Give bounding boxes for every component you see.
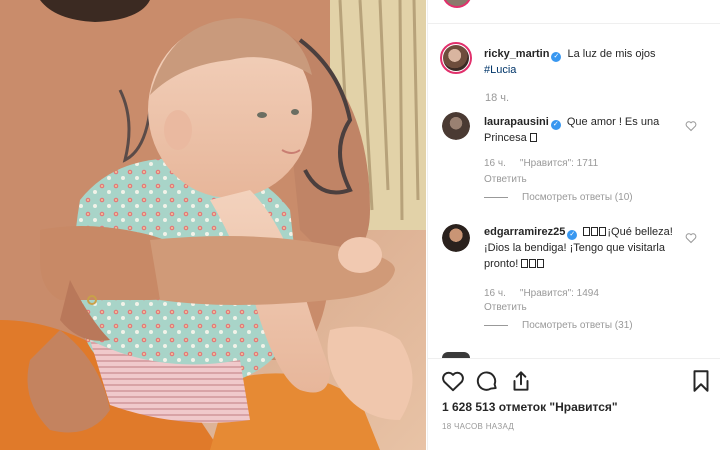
share-icon[interactable]	[508, 368, 534, 394]
reply-button[interactable]: Ответить	[484, 174, 527, 185]
commenter-avatar[interactable]	[442, 224, 470, 252]
hashtag-link[interactable]: #Lucia	[484, 64, 516, 76]
comment-meta: 16 ч. "Нравится": 1494	[484, 288, 613, 299]
divider	[428, 23, 720, 24]
emoji-glyph-icon	[583, 227, 591, 236]
author-avatar[interactable]	[440, 42, 472, 74]
post-time: 18 ч.	[485, 92, 510, 104]
post-timestamp: 18 часов назад	[442, 422, 515, 431]
divider	[484, 197, 508, 198]
view-replies-button[interactable]: Посмотреть ответы (10)	[484, 192, 633, 203]
post-photo-image	[0, 0, 426, 450]
reply-button[interactable]: Ответить	[484, 302, 527, 313]
comment-meta: 16 ч. "Нравится": 1711	[484, 158, 612, 169]
comment-username[interactable]: laurapausini	[484, 116, 549, 128]
emoji-glyph-icon	[537, 259, 545, 268]
view-replies-button[interactable]: Посмотреть ответы (31)	[484, 320, 633, 331]
comment-icon[interactable]	[474, 368, 500, 394]
comment-1: laurapausini ✓ Que amor ! Es una Princesa	[484, 114, 684, 146]
bookmark-icon[interactable]	[688, 368, 714, 394]
view-replies-label: Посмотреть ответы (31)	[522, 320, 633, 331]
comment-time: 16 ч.	[484, 158, 506, 169]
post-photo[interactable]	[0, 0, 426, 450]
caption-text: La luz de mis ojos	[567, 48, 656, 60]
comment-2: edgarramirez25 ✓ ¡Qué belleza! ¡Dios la b…	[484, 224, 684, 272]
caption: ricky_martin ✓ La luz de mis ojos #Lucia	[484, 46, 684, 78]
comment-time: 16 ч.	[484, 288, 506, 299]
emoji-glyph-icon	[591, 227, 599, 236]
comment-likes[interactable]: "Нравится": 1711	[520, 158, 598, 169]
commenter-avatar[interactable]	[442, 112, 470, 140]
view-replies-label: Посмотреть ответы (10)	[522, 192, 633, 203]
verified-badge-icon: ✓	[551, 52, 562, 62]
previous-avatar[interactable]	[442, 0, 472, 8]
comment-heart-icon[interactable]	[685, 232, 697, 244]
verified-badge-icon: ✓	[567, 230, 578, 240]
comment-heart-icon[interactable]	[685, 120, 697, 132]
author-username[interactable]: ricky_martin	[484, 48, 549, 60]
comment-username[interactable]: edgarramirez25	[484, 226, 565, 238]
heart-icon[interactable]	[440, 368, 466, 394]
action-bar	[440, 368, 715, 394]
divider	[484, 325, 508, 326]
divider	[428, 358, 720, 359]
emoji-glyph-icon	[521, 259, 529, 268]
post-side-panel: ricky_martin ✓ La luz de mis ojos #Lucia …	[427, 0, 720, 450]
emoji-glyph-icon	[529, 259, 537, 268]
emoji-glyph-icon	[529, 133, 537, 142]
verified-badge-icon: ✓	[550, 120, 561, 130]
comment-likes[interactable]: "Нравится": 1494	[520, 288, 599, 299]
emoji-glyph-icon	[599, 227, 607, 236]
likes-count[interactable]: 1 628 513 отметок "Нравится"	[442, 400, 618, 414]
